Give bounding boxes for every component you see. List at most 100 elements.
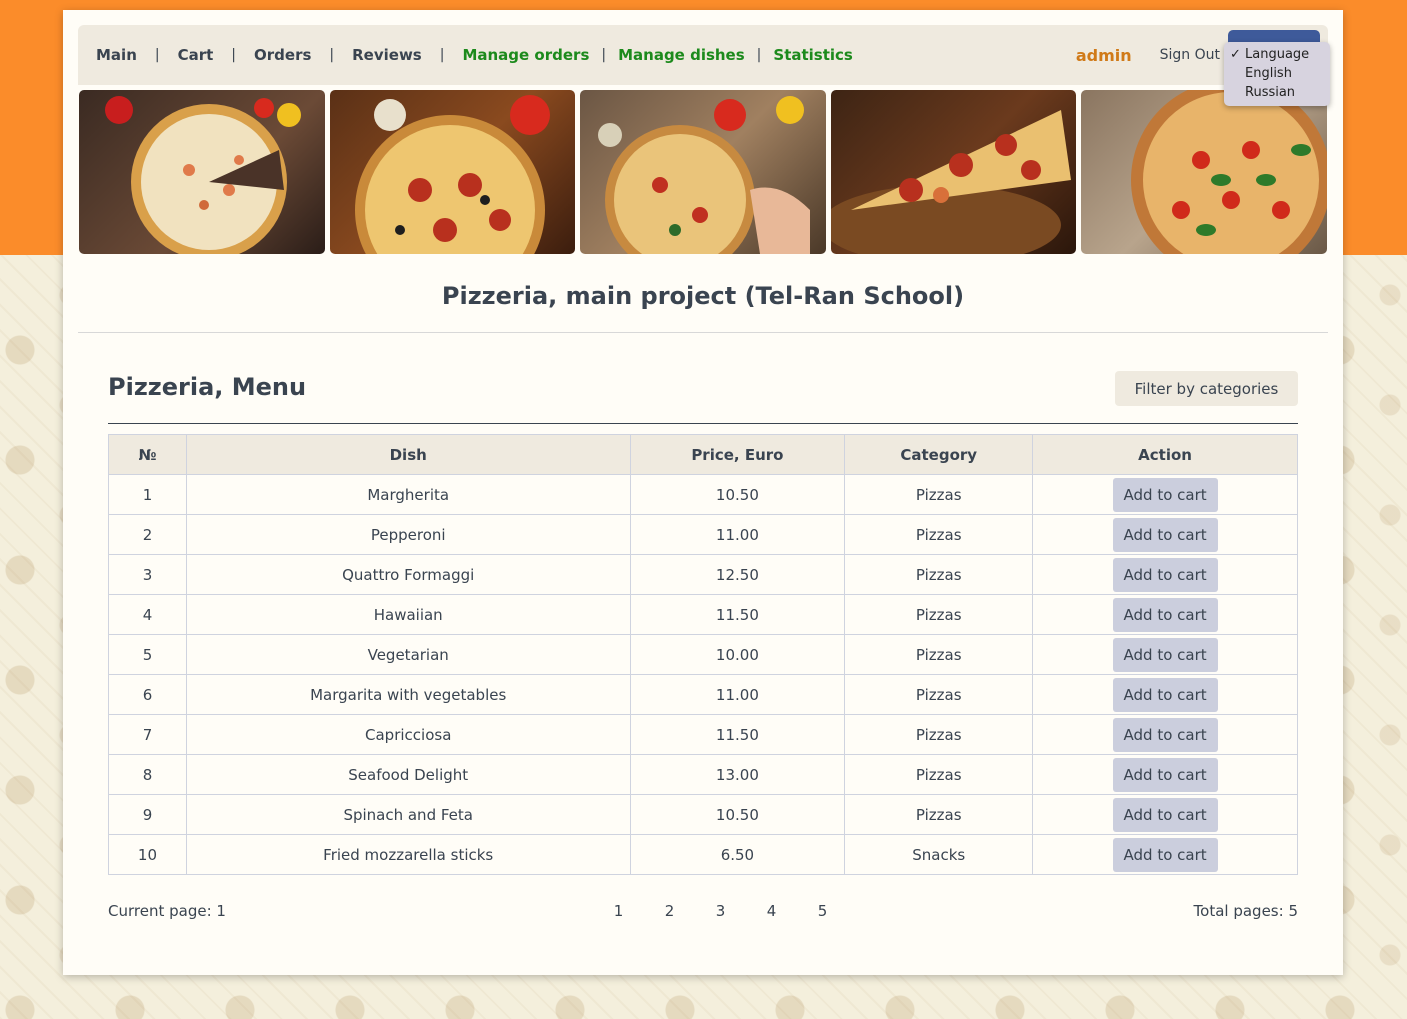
page-link-1[interactable]: 1 <box>593 902 644 920</box>
cell-dish: Hawaiian <box>185 594 631 635</box>
cell-action: Add to cart <box>1032 674 1298 715</box>
table-row: 2 Pepperoni 11.00 Pizzas Add to cart <box>108 514 1298 555</box>
cell-action: Add to cart <box>1032 474 1298 515</box>
column-header-dish: Dish <box>185 434 631 475</box>
add-to-cart-button[interactable]: Add to cart <box>1112 557 1218 592</box>
cell-action: Add to cart <box>1032 554 1298 595</box>
column-header-action: Action <box>1032 434 1298 475</box>
cell-price: 13.00 <box>629 754 846 795</box>
column-header-category: Category <box>844 434 1034 475</box>
nav-separator: | <box>329 47 335 63</box>
menu-table: № Dish Price, Euro Category Action 1 Mar… <box>108 434 1298 875</box>
divider <box>78 332 1328 333</box>
page-link-4[interactable]: 4 <box>746 902 797 920</box>
checkmark-icon: ✓ <box>1230 47 1241 62</box>
language-option-russian[interactable]: Russian <box>1224 83 1330 102</box>
pagination: 1 2 3 4 5 <box>593 902 848 920</box>
cell-category: Pizzas <box>844 674 1034 715</box>
pizza-image <box>580 90 826 254</box>
page-link-2[interactable]: 2 <box>644 902 695 920</box>
cell-category: Pizzas <box>844 754 1034 795</box>
add-to-cart-button[interactable]: Add to cart <box>1112 477 1218 512</box>
cell-category: Pizzas <box>844 514 1034 555</box>
language-dropdown: ✓ Language English Russian <box>1224 42 1330 106</box>
cell-number: 9 <box>108 794 187 835</box>
divider <box>108 423 1298 424</box>
add-to-cart-button[interactable]: Add to cart <box>1112 677 1218 712</box>
nav-statistics[interactable]: Statistics <box>773 46 852 64</box>
nav-main[interactable]: Main <box>96 46 137 64</box>
cell-number: 3 <box>108 554 187 595</box>
cell-number: 10 <box>108 834 187 875</box>
nav-separator: | <box>601 47 607 63</box>
table-row: 6 Margarita with vegetables 11.00 Pizzas… <box>108 674 1298 715</box>
language-option-english[interactable]: English <box>1224 64 1330 83</box>
cell-price: 10.50 <box>629 794 846 835</box>
pizza-image <box>830 90 1077 254</box>
main-card: Main | Cart | Orders | Reviews | Manage … <box>63 10 1343 975</box>
cell-price: 12.50 <box>629 554 846 595</box>
cell-action: Add to cart <box>1032 754 1298 795</box>
nav-separator: | <box>756 47 762 63</box>
nav-manage-dishes[interactable]: Manage dishes <box>618 46 745 64</box>
pizza-image <box>329 90 576 254</box>
add-to-cart-button[interactable]: Add to cart <box>1112 757 1218 792</box>
table-row: 10 Fried mozzarella sticks 6.50 Snacks A… <box>108 834 1298 875</box>
cell-price: 11.00 <box>629 674 846 715</box>
cell-dish: Fried mozzarella sticks <box>185 834 631 875</box>
sign-out-link[interactable]: Sign Out <box>1160 47 1220 63</box>
cell-price: 11.50 <box>629 714 846 755</box>
cell-price: 11.00 <box>629 514 846 555</box>
pizza-image <box>79 90 325 254</box>
cell-action: Add to cart <box>1032 594 1298 635</box>
cell-dish: Seafood Delight <box>185 754 631 795</box>
cell-action: Add to cart <box>1032 634 1298 675</box>
current-page-label: Current page: 1 <box>108 902 226 920</box>
cell-number: 4 <box>108 594 187 635</box>
nav-separator: | <box>231 47 237 63</box>
table-row: 9 Spinach and Feta 10.50 Pizzas Add to c… <box>108 794 1298 835</box>
cell-dish: Quattro Formaggi <box>185 554 631 595</box>
cell-action: Add to cart <box>1032 514 1298 555</box>
cell-category: Pizzas <box>844 714 1034 755</box>
page-link-5[interactable]: 5 <box>797 902 848 920</box>
cell-dish: Vegetarian <box>185 634 631 675</box>
table-row: 7 Capricciosa 11.50 Pizzas Add to cart <box>108 714 1298 755</box>
add-to-cart-button[interactable]: Add to cart <box>1112 837 1218 872</box>
nav-cart[interactable]: Cart <box>178 46 214 64</box>
cell-category: Pizzas <box>844 594 1034 635</box>
cell-category: Pizzas <box>844 794 1034 835</box>
add-to-cart-button[interactable]: Add to cart <box>1112 517 1218 552</box>
cell-number: 7 <box>108 714 187 755</box>
pizza-banner <box>79 90 1327 254</box>
cell-action: Add to cart <box>1032 714 1298 755</box>
username: admin <box>1075 45 1132 65</box>
add-to-cart-button[interactable]: Add to cart <box>1112 797 1218 832</box>
nav-reviews[interactable]: Reviews <box>352 46 422 64</box>
cell-number: 1 <box>108 474 187 515</box>
add-to-cart-button[interactable]: Add to cart <box>1112 637 1218 672</box>
cell-price: 6.50 <box>629 834 846 875</box>
cell-price: 10.00 <box>629 634 846 675</box>
cell-action: Add to cart <box>1032 794 1298 835</box>
nav-orders[interactable]: Orders <box>254 46 311 64</box>
cell-number: 2 <box>108 514 187 555</box>
add-to-cart-button[interactable]: Add to cart <box>1112 717 1218 752</box>
page-link-3[interactable]: 3 <box>695 902 746 920</box>
top-navbar: Main | Cart | Orders | Reviews | Manage … <box>78 25 1328 85</box>
filter-by-categories-button[interactable]: Filter by categories <box>1115 371 1298 406</box>
cell-category: Snacks <box>844 834 1034 875</box>
language-option-default[interactable]: ✓ Language <box>1224 45 1330 64</box>
nav-manage-orders[interactable]: Manage orders <box>462 46 589 64</box>
table-row: 5 Vegetarian 10.00 Pizzas Add to cart <box>108 634 1298 675</box>
menu-title: Pizzeria, Menu <box>108 373 307 401</box>
cell-number: 6 <box>108 674 187 715</box>
cell-dish: Spinach and Feta <box>185 794 631 835</box>
add-to-cart-button[interactable]: Add to cart <box>1112 597 1218 632</box>
language-option-label: Language <box>1245 47 1310 62</box>
column-header-number: № <box>108 434 187 475</box>
table-row: 4 Hawaiian 11.50 Pizzas Add to cart <box>108 594 1298 635</box>
cell-dish: Capricciosa <box>185 714 631 755</box>
cell-category: Pizzas <box>844 474 1034 515</box>
cell-category: Pizzas <box>844 554 1034 595</box>
